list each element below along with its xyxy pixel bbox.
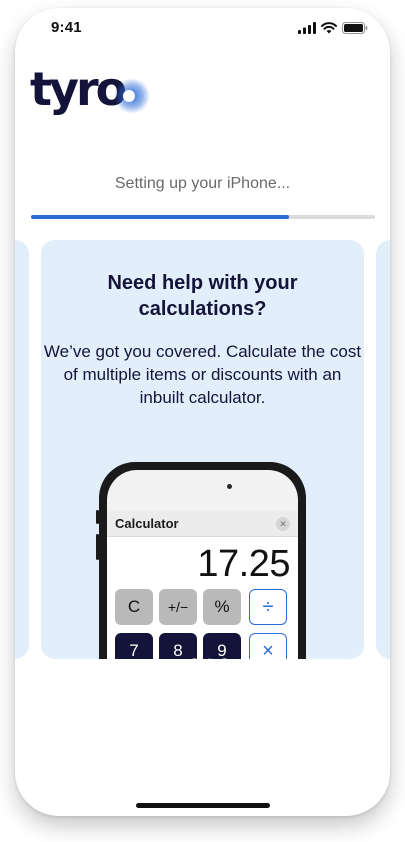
carousel-dot[interactable] (191, 658, 198, 659)
setup-progress-fill (31, 215, 289, 219)
wifi-icon (321, 22, 337, 34)
calculator-key-8: 8 (159, 633, 197, 659)
calculator-key-9: 9 (203, 633, 241, 659)
phone-illustration-button (96, 534, 99, 560)
calculator-key-divide: ÷ (249, 589, 287, 625)
close-icon: ✕ (276, 516, 290, 531)
calculator-key-multiply: × (249, 633, 287, 659)
carousel-dot-active[interactable] (206, 658, 213, 659)
camera-dot (227, 484, 232, 489)
signal-icon (298, 22, 316, 34)
carousel-card-next[interactable] (376, 240, 390, 659)
carousel-card-calculator[interactable]: Need help with your calculations? We’ve … (41, 240, 364, 659)
status-icons (298, 22, 368, 34)
calculator-key-clear: C (115, 589, 153, 625)
logo-splash-icon (114, 78, 150, 114)
setup-progress-bar (31, 215, 375, 219)
carousel-card-previous[interactable] (15, 240, 29, 659)
carousel-dot[interactable] (221, 658, 228, 659)
calculator-header: Calculator ✕ (107, 511, 298, 537)
card-title: Need help with your calculations? (107, 272, 298, 320)
logo-wordmark: tyro (30, 62, 127, 116)
device-frame: 9:41 tyro Setting up your iPhone... Need… (15, 8, 390, 816)
calculator-window: Calculator ✕ 17.25 C +/− % ÷ 7 8 9 × (107, 511, 298, 659)
setup-status-text: Setting up your iPhone... (114, 175, 291, 192)
home-indicator[interactable] (136, 803, 270, 808)
phone-illustration-button (96, 510, 99, 524)
card-description: We’ve got you covered. Calculate the cos… (43, 342, 362, 407)
status-time: 9:41 (51, 19, 82, 36)
carousel-pagination (191, 658, 228, 659)
phone-illustration: Calculator ✕ 17.25 C +/− % ÷ 7 8 9 × (96, 462, 306, 659)
calculator-key-percent: % (203, 589, 241, 625)
calculator-display: 17.25 (197, 543, 290, 585)
calculator-title: Calculator (115, 516, 179, 531)
tyro-logo: tyro (30, 62, 150, 128)
calculator-key-plus-minus: +/− (159, 589, 197, 625)
phone-illustration-screen: Calculator ✕ 17.25 C +/− % ÷ 7 8 9 × (107, 470, 298, 659)
battery-icon (342, 22, 368, 34)
calculator-key-7: 7 (115, 633, 153, 659)
